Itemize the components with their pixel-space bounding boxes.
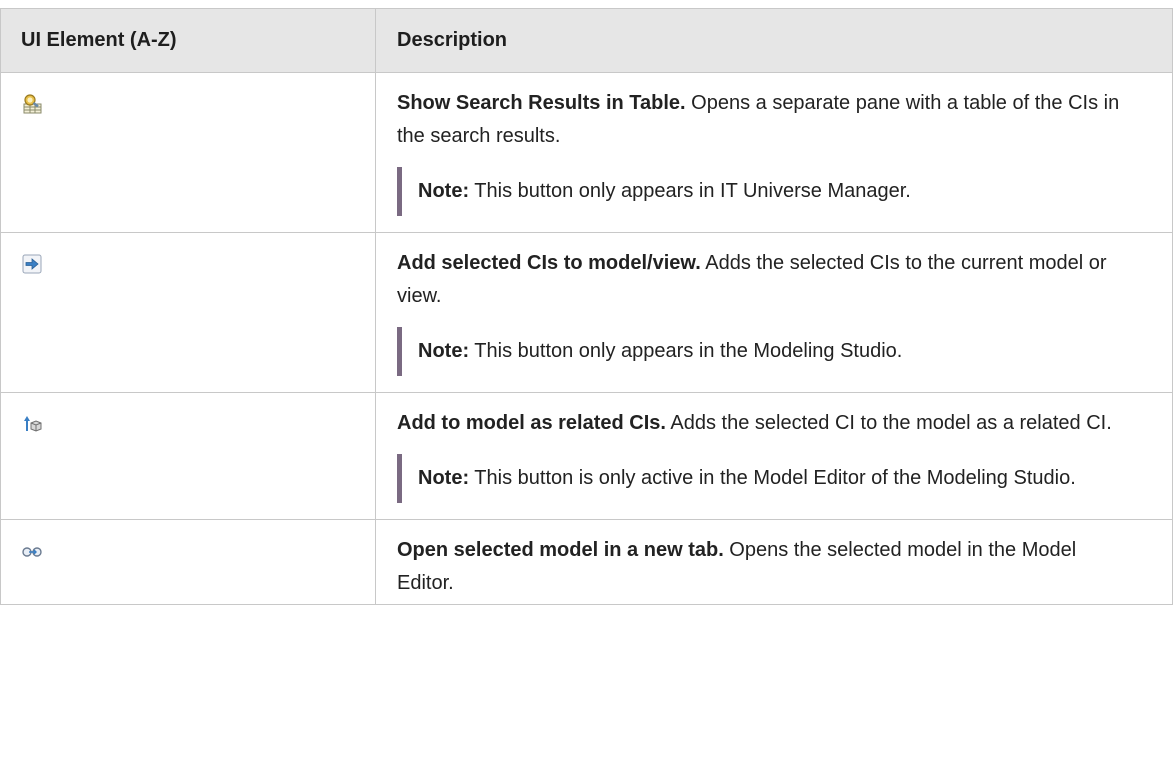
description-text: Add selected CIs to model/view. Adds the… [397,247,1132,313]
note-label: Note: [418,467,470,489]
note-text: This button only appears in IT Universe … [469,180,911,202]
table-header-row: UI Element (A-Z) Description [0,8,1173,73]
description-cell: Add selected CIs to model/view. Adds the… [375,232,1173,393]
add-related-ci-icon [21,413,43,435]
note-label: Note: [418,340,470,362]
description-title: Open selected model in a new tab. [397,539,724,561]
description-body: Adds the selected CI to the model as a r… [665,412,1112,434]
icon-cell [0,72,376,233]
note-text: This button is only active in the Model … [469,467,1076,489]
table-row: Show Search Results in Table. Opens a se… [0,72,1173,233]
note-label: Note: [418,180,470,202]
icon-cell [0,519,376,605]
icon-cell [0,392,376,520]
description-text: Show Search Results in Table. Opens a se… [397,87,1132,153]
open-model-new-tab-icon [21,540,43,562]
table-row: Open selected model in a new tab. Opens … [0,519,1173,605]
search-results-table-icon [21,93,43,115]
column-header-description: Description [375,8,1173,73]
description-cell: Open selected model in a new tab. Opens … [375,519,1173,605]
description-title: Show Search Results in Table. [397,92,686,114]
column-header-ui-element: UI Element (A-Z) [0,8,376,73]
note-text: This button only appears in the Modeling… [469,340,903,362]
description-text: Add to model as related CIs. Adds the se… [397,407,1132,440]
description-cell: Add to model as related CIs. Adds the se… [375,392,1173,520]
description-title: Add selected CIs to model/view. [397,252,701,274]
note-box: Note: This button only appears in IT Uni… [397,167,1132,216]
add-to-model-arrow-icon [21,253,43,275]
icon-cell [0,232,376,393]
note-box: Note: This button only appears in the Mo… [397,327,1132,376]
description-title: Add to model as related CIs. [397,412,666,434]
note-box: Note: This button is only active in the … [397,454,1132,503]
description-cell: Show Search Results in Table. Opens a se… [375,72,1173,233]
description-text: Open selected model in a new tab. Opens … [397,534,1132,600]
table-row: Add to model as related CIs. Adds the se… [0,392,1173,520]
table-row: Add selected CIs to model/view. Adds the… [0,232,1173,393]
ui-elements-table: UI Element (A-Z) Description Show Search… [0,8,1173,605]
